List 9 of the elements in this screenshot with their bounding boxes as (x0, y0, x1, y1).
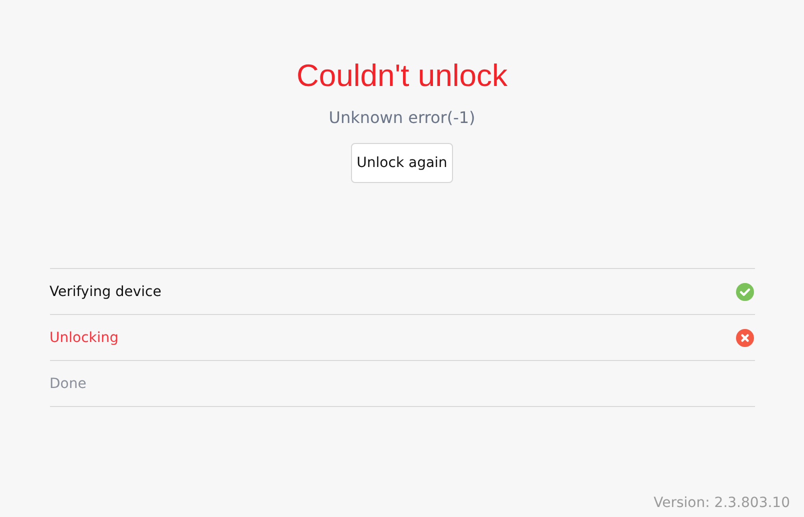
success-icon (736, 282, 754, 300)
error-icon (736, 328, 754, 346)
version-label: Version: 2.3.803.10 (654, 495, 790, 511)
step-label: Unlocking (50, 330, 119, 346)
unlock-again-button[interactable]: Unlock again (350, 143, 454, 183)
error-title: Couldn't unlock (296, 57, 508, 95)
step-label: Verifying device (50, 284, 162, 300)
error-message: Unknown error(-1) (328, 108, 476, 128)
step-label: Done (50, 376, 86, 392)
